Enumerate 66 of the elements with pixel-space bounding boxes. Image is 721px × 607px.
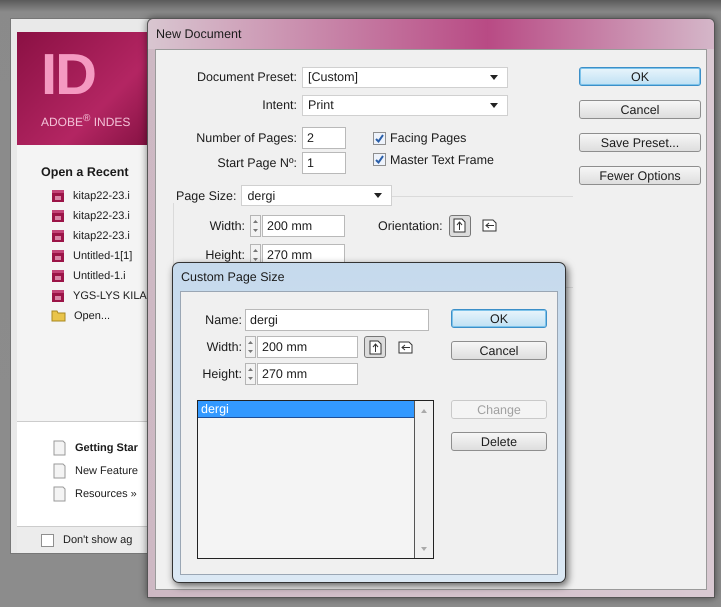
input-field[interactable]: 200 mm xyxy=(257,336,358,358)
file-icon xyxy=(51,268,65,282)
recent-file-link[interactable]: Open... xyxy=(74,310,110,322)
document-icon xyxy=(53,486,66,502)
recent-file-link[interactable]: kitap22-23.i xyxy=(73,190,130,202)
checkbox-label: Facing Pages xyxy=(390,131,466,145)
input-field[interactable]: 2 xyxy=(302,127,346,149)
dialog-button[interactable]: Cancel xyxy=(579,100,701,119)
recent-file-link[interactable]: YGS-LYS KILA xyxy=(73,290,147,302)
dialog-button[interactable]: Delete xyxy=(451,432,547,451)
input-field[interactable]: 270 mm xyxy=(257,363,358,385)
field-label: Start Page Nº: xyxy=(216,156,298,170)
file-icon xyxy=(51,288,65,302)
folder-icon xyxy=(51,309,66,322)
file-icon xyxy=(51,208,65,222)
checkbox[interactable] xyxy=(373,132,386,144)
document-icon xyxy=(53,440,66,456)
caret-icon xyxy=(374,193,382,198)
help-link[interactable]: Resources » xyxy=(75,488,137,500)
input-field[interactable]: 200 mm xyxy=(262,214,345,236)
checkbox[interactable] xyxy=(41,534,54,546)
file-icon xyxy=(51,188,65,202)
checkbox-label: Don't show ag xyxy=(63,534,132,546)
field-label: Document Preset: xyxy=(196,70,298,84)
help-link[interactable]: Getting Star xyxy=(75,442,138,454)
recent-file-link[interactable]: kitap22-23.i xyxy=(73,210,130,222)
portrait-button[interactable] xyxy=(448,214,471,236)
input-field[interactable]: dergi xyxy=(245,309,429,331)
preset-dropdown[interactable]: [Custom] xyxy=(302,66,508,88)
page-size-dropdown[interactable]: dergi xyxy=(241,185,392,206)
field-label: Number of Pages: xyxy=(195,131,298,145)
dialog-button[interactable]: Fewer Options xyxy=(579,166,701,185)
landscape-page-icon xyxy=(398,340,412,354)
field-label: Name: xyxy=(204,313,243,327)
input-field[interactable]: 1 xyxy=(302,152,346,174)
field-label: Height: xyxy=(201,367,243,381)
checkbox-label: Master Text Frame xyxy=(390,152,494,166)
field-label: Orientation: xyxy=(378,218,443,232)
portrait-button[interactable] xyxy=(364,336,386,358)
brand-name: ADOBE$^{®}$ INDES xyxy=(41,113,130,129)
intent-dropdown[interactable]: Print xyxy=(302,94,508,116)
window-title: Custom Page Size xyxy=(181,270,285,284)
dialog-button[interactable]: Cancel xyxy=(451,341,547,360)
portrait-page-icon xyxy=(453,218,466,233)
help-link[interactable]: New Feature xyxy=(75,465,138,477)
landscape-page-icon xyxy=(482,219,498,232)
recent-file-link[interactable]: Untitled-1.i xyxy=(73,270,126,282)
caret-icon xyxy=(490,102,498,108)
caret-icon xyxy=(490,74,498,80)
dialog-button[interactable]: OK xyxy=(579,67,701,86)
field-label: Width: xyxy=(208,218,246,232)
portrait-page-icon xyxy=(368,340,382,354)
dialog-button[interactable]: OK xyxy=(451,309,547,328)
window-title: New Document xyxy=(156,27,242,41)
recent-file-link[interactable]: kitap22-23.i xyxy=(73,230,130,242)
file-icon xyxy=(51,228,65,242)
document-icon xyxy=(53,463,66,479)
recent-file-link[interactable]: Untitled-1[1] xyxy=(73,250,132,262)
dialog-button[interactable]: Save Preset... xyxy=(579,133,701,152)
file-icon xyxy=(51,248,65,262)
field-label: Intent: xyxy=(261,98,298,112)
field-label: Width: xyxy=(206,340,243,354)
app-logo: ID xyxy=(41,50,95,100)
field-label: Height: xyxy=(204,248,246,262)
checkbox[interactable] xyxy=(373,153,386,166)
section-heading: Open a Recent xyxy=(41,165,129,179)
